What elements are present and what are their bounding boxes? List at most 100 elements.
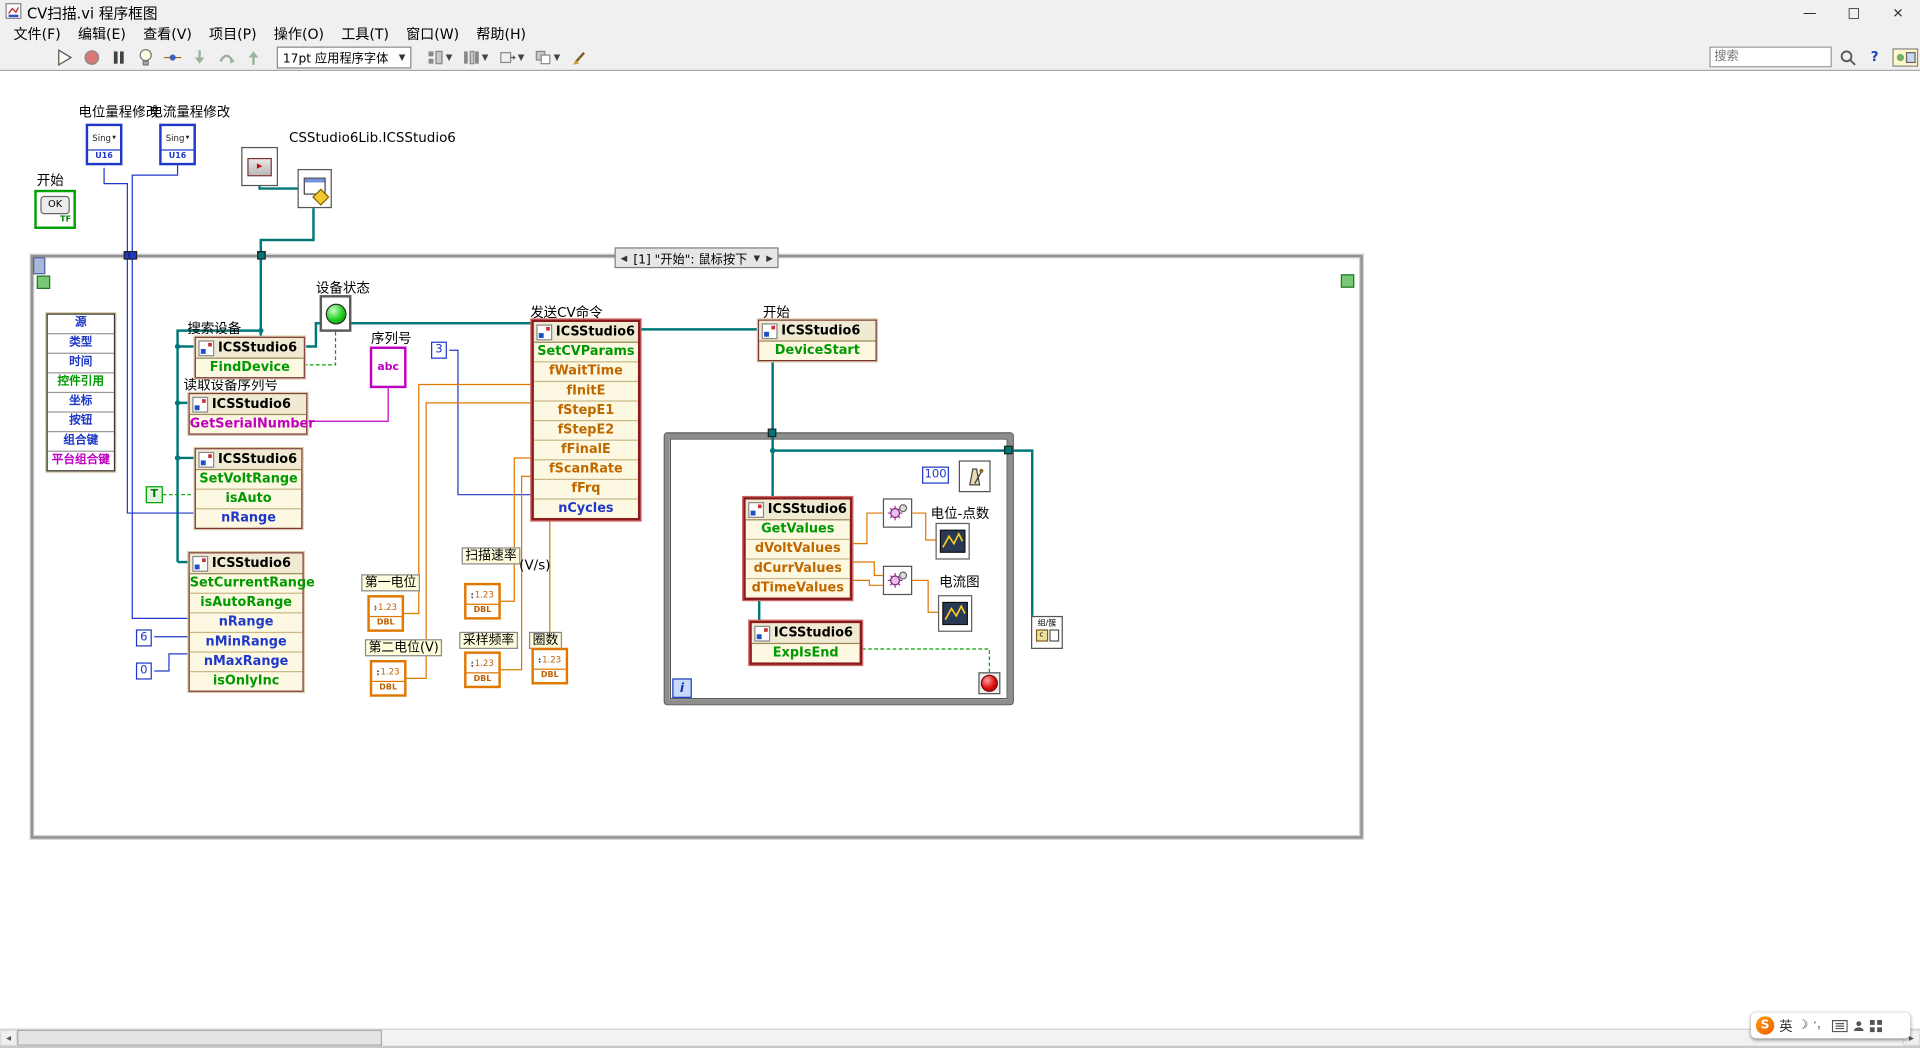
node-set-current-range[interactable]: ICSStudio6SetCurrentRangeisAutoRangenRan… bbox=[189, 552, 304, 692]
node-device-start-class[interactable]: ICSStudio6 bbox=[759, 321, 875, 342]
terminal-serial-number[interactable]: abc bbox=[370, 347, 407, 389]
terminal-second-potential[interactable]: ▴▾1.23DBL bbox=[370, 660, 407, 697]
node-get-values-getvalues[interactable]: GetValues bbox=[746, 520, 850, 540]
event-data-item[interactable]: 按钮 bbox=[48, 413, 114, 433]
node-device-start[interactable]: ICSStudio6DeviceStart bbox=[758, 320, 877, 362]
ime-toolbox-icon[interactable] bbox=[1869, 1019, 1881, 1031]
node-set-cv-params-ffrq[interactable]: fFrq bbox=[534, 480, 638, 500]
node-find-device-class[interactable]: ICSStudio6 bbox=[196, 338, 304, 359]
const-100-wait-ms[interactable]: 100 bbox=[922, 467, 949, 484]
convert-node-upper[interactable] bbox=[883, 498, 912, 527]
node-exp-is-end-expisend[interactable]: ExpIsEnd bbox=[752, 644, 860, 662]
wire-int-current-range[interactable] bbox=[132, 159, 188, 618]
sogou-logo-icon[interactable]: S bbox=[1756, 1016, 1774, 1034]
node-get-values-dcurrvalues[interactable]: dCurrValues bbox=[746, 560, 850, 580]
node-set-current-range-nminrange[interactable]: nMinRange bbox=[190, 633, 303, 653]
node-set-volt-range[interactable]: ICSStudio6SetVoltRangeisAutonRange bbox=[195, 448, 303, 529]
node-set-current-range-isautorange[interactable]: isAutoRange bbox=[190, 594, 303, 614]
wire-dbl-first-potential[interactable] bbox=[404, 384, 531, 613]
wire-refnum-main[interactable] bbox=[261, 208, 314, 337]
node-set-cv-params-ffinale[interactable]: fFinalE bbox=[534, 441, 638, 461]
terminal-device-status-led[interactable] bbox=[320, 295, 352, 332]
activex-class-constant[interactable]: ▸ bbox=[241, 147, 278, 186]
node-set-cv-params-class[interactable]: ICSStudio6 bbox=[534, 322, 638, 343]
node-set-cv-params-ncycles[interactable]: nCycles bbox=[534, 500, 638, 518]
node-device-start-devicestart[interactable]: DeviceStart bbox=[759, 342, 875, 360]
loop-condition-terminal[interactable] bbox=[978, 672, 1000, 694]
terminal-current-graph[interactable] bbox=[938, 595, 972, 632]
event-data-item[interactable]: 源 bbox=[48, 315, 114, 335]
wait-ms-multiple-node[interactable] bbox=[959, 460, 991, 492]
wire-dbl-scan-rate[interactable] bbox=[501, 458, 532, 601]
node-set-cv-params-fstepe2[interactable]: fStepE2 bbox=[534, 421, 638, 441]
wire-int-const3[interactable] bbox=[449, 350, 531, 494]
wire-int-voltage-range[interactable] bbox=[104, 168, 195, 513]
wire-dbl-dvoltvalues[interactable] bbox=[852, 513, 883, 544]
loop-tunnel[interactable] bbox=[1004, 446, 1013, 455]
event-data-item[interactable]: 时间 bbox=[48, 354, 114, 374]
terminal-voltage-range[interactable]: Sing▾U16 bbox=[86, 124, 123, 166]
loop-tunnel[interactable] bbox=[129, 251, 138, 260]
node-get-values[interactable]: ICSStudio6GetValuesdVoltValuesdCurrValue… bbox=[743, 497, 852, 600]
node-set-current-range-isonlyinc[interactable]: isOnlyInc bbox=[190, 672, 303, 690]
node-exp-is-end[interactable]: ICSStudio6ExpIsEnd bbox=[749, 621, 862, 665]
ime-toolbar[interactable]: S 英 ☽ ’， bbox=[1751, 1013, 1910, 1039]
node-set-volt-range-setvoltrange[interactable]: SetVoltRange bbox=[196, 470, 301, 490]
ime-keyboard-icon[interactable] bbox=[1831, 1019, 1847, 1031]
terminal-potential-points-graph[interactable] bbox=[936, 523, 970, 560]
loop-tunnel[interactable] bbox=[257, 251, 266, 260]
node-set-current-range-nmaxrange[interactable]: nMaxRange bbox=[190, 653, 303, 673]
terminal-start-ok-button[interactable]: OKTF bbox=[34, 190, 76, 229]
event-data-item[interactable]: 平台组合键 bbox=[48, 452, 114, 470]
wire-dbl-dtimevalues[interactable] bbox=[852, 580, 883, 585]
ime-punctuation-icon[interactable]: ’， bbox=[1813, 1019, 1826, 1032]
node-set-cv-params-fstepe1[interactable]: fStepE1 bbox=[534, 402, 638, 422]
node-set-cv-params[interactable]: ICSStudio6SetCVParamsfWaitTimefInitEfSte… bbox=[531, 320, 640, 521]
event-data-item[interactable]: 坐标 bbox=[48, 393, 114, 413]
wire-bool-stop[interactable] bbox=[862, 649, 989, 672]
node-get-serial-number[interactable]: ICSStudio6GetSerialNumber bbox=[189, 393, 308, 435]
loop-tunnel[interactable] bbox=[768, 429, 777, 438]
ime-fullwidth-icon[interactable]: ☽ bbox=[1798, 1019, 1809, 1032]
node-set-volt-range-nrange[interactable]: nRange bbox=[196, 509, 301, 527]
true-constant[interactable]: T bbox=[146, 486, 163, 503]
event-data-item[interactable]: 组合键 bbox=[48, 432, 114, 452]
node-set-cv-params-setcvparams[interactable]: SetCVParams bbox=[534, 343, 638, 363]
ime-profile-icon[interactable] bbox=[1852, 1019, 1864, 1031]
node-set-cv-params-fscanrate[interactable]: fScanRate bbox=[534, 460, 638, 480]
node-get-values-dtimevalues[interactable]: dTimeValues bbox=[746, 579, 850, 597]
event-data-item[interactable]: 控件引用 bbox=[48, 373, 114, 393]
wire-string-serial-number[interactable] bbox=[307, 388, 388, 421]
terminal-scan-rate[interactable]: ▴▾1.23DBL bbox=[464, 583, 501, 620]
event-data-node[interactable]: 源类型时间控件引用坐标按钮组合键平台组合键 bbox=[47, 313, 116, 471]
terminal-first-potential[interactable]: ▴▾1.23DBL bbox=[367, 595, 404, 632]
node-find-device[interactable]: ICSStudio6FindDevice bbox=[195, 337, 305, 379]
node-set-volt-range-class[interactable]: ICSStudio6 bbox=[196, 449, 301, 470]
wire-bool-device-status[interactable] bbox=[305, 332, 336, 365]
node-set-current-range-setcurrentrange[interactable]: SetCurrentRange bbox=[190, 574, 303, 594]
const-0[interactable]: 0 bbox=[136, 662, 152, 679]
ime-language-mode[interactable]: 英 bbox=[1779, 1016, 1792, 1036]
node-get-values-class[interactable]: ICSStudio6 bbox=[746, 500, 850, 521]
node-get-serial-number-class[interactable]: ICSStudio6 bbox=[190, 394, 306, 415]
node-exp-is-end-class[interactable]: ICSStudio6 bbox=[752, 623, 860, 644]
wire-int-const0[interactable] bbox=[154, 654, 188, 671]
node-find-device-finddevice[interactable]: FindDevice bbox=[196, 359, 304, 377]
node-set-cv-params-fwaittime[interactable]: fWaitTime bbox=[534, 362, 638, 382]
loop-iteration-terminal[interactable]: i bbox=[672, 678, 692, 698]
const-6[interactable]: 6 bbox=[136, 629, 152, 646]
node-set-cv-params-finite[interactable]: fInitE bbox=[534, 382, 638, 402]
terminal-cycle-count[interactable]: ▴▾1.23DBL bbox=[531, 648, 568, 685]
convert-node-lower[interactable] bbox=[883, 566, 912, 595]
node-set-volt-range-isauto[interactable]: isAuto bbox=[196, 490, 301, 510]
terminal-current-range[interactable]: Sing▾U16 bbox=[159, 124, 196, 166]
node-set-current-range-class[interactable]: ICSStudio6 bbox=[190, 553, 303, 574]
automation-open-node[interactable] bbox=[298, 169, 332, 208]
node-get-serial-number-getserialnumber[interactable]: GetSerialNumber bbox=[190, 415, 306, 433]
node-get-values-dvoltvalues[interactable]: dVoltValues bbox=[746, 540, 850, 560]
cluster-conversion-node[interactable]: 组/簇c bbox=[1031, 616, 1063, 649]
node-set-current-range-nrange[interactable]: nRange bbox=[190, 613, 303, 633]
const-3[interactable]: 3 bbox=[431, 342, 447, 359]
wire-refnum-automation-open[interactable] bbox=[260, 186, 298, 188]
wire-dbl-dcurrvalues[interactable] bbox=[852, 562, 883, 575]
